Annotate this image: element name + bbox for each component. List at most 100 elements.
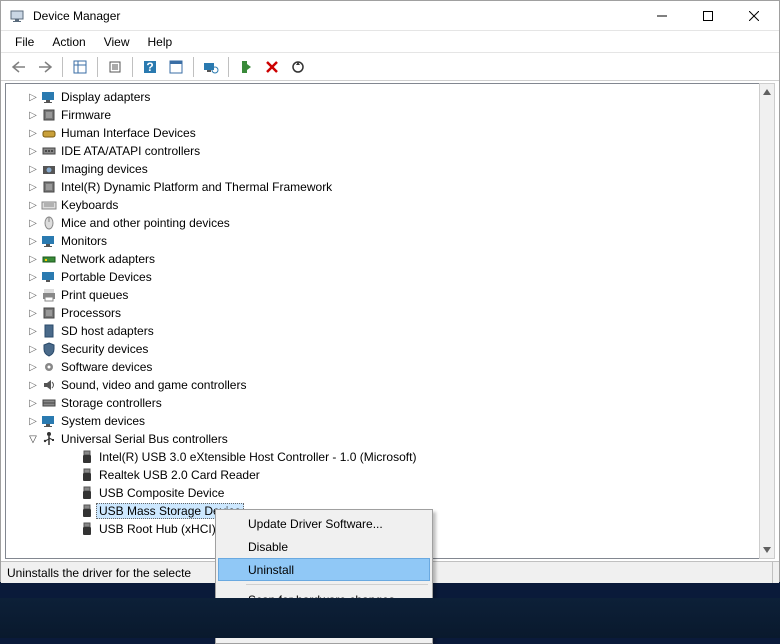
expand-icon[interactable]: ▷ <box>26 380 40 391</box>
menu-file[interactable]: File <box>7 33 42 51</box>
menu-help[interactable]: Help <box>140 33 181 51</box>
expand-icon[interactable]: ▷ <box>26 362 40 373</box>
device-icon <box>40 359 58 375</box>
device-icon <box>40 143 58 159</box>
expand-icon[interactable]: ▷ <box>26 110 40 121</box>
svg-text:?: ? <box>146 60 153 74</box>
menu-action[interactable]: Action <box>44 33 93 51</box>
minimize-button[interactable] <box>639 1 685 31</box>
close-button[interactable] <box>731 1 777 31</box>
expand-icon[interactable]: ▷ <box>26 164 40 175</box>
device-icon <box>40 251 58 267</box>
usb-device-icon <box>78 467 96 483</box>
tree-label: Realtek USB 2.0 Card Reader <box>96 467 263 483</box>
expand-icon[interactable]: ▷ <box>26 290 40 301</box>
expand-icon[interactable]: ▷ <box>26 182 40 193</box>
tree-label: IDE ATA/ATAPI controllers <box>58 143 203 159</box>
show-hide-tree-button[interactable] <box>68 55 92 79</box>
expand-icon[interactable]: ▷ <box>26 128 40 139</box>
window-title: Device Manager <box>33 9 639 23</box>
usb-icon <box>40 431 58 447</box>
tree-category[interactable]: ▷ Storage controllers <box>6 394 760 412</box>
uninstall-button[interactable] <box>260 55 284 79</box>
tree-label: Sound, video and game controllers <box>58 377 249 393</box>
expand-icon[interactable]: ▷ <box>26 272 40 283</box>
ctx-update-driver[interactable]: Update Driver Software... <box>218 512 430 535</box>
ctx-disable[interactable]: Disable <box>218 535 430 558</box>
tree-label: Processors <box>58 305 124 321</box>
tree-label: Universal Serial Bus controllers <box>58 431 231 447</box>
titlebar: Device Manager <box>1 1 779 31</box>
tree-item-usb-device[interactable]: USB Composite Device <box>6 484 760 502</box>
scroll-up-button[interactable] <box>760 84 774 100</box>
device-icon <box>40 215 58 231</box>
tree-category[interactable]: ▷SD host adapters <box>6 322 760 340</box>
action-button[interactable] <box>164 55 188 79</box>
tree-label: Software devices <box>58 359 155 375</box>
tree-category[interactable]: ▷System devices <box>6 412 760 430</box>
collapse-icon[interactable]: ▽ <box>26 434 40 445</box>
tree-category[interactable]: ▷Display adapters <box>6 88 760 106</box>
expand-icon[interactable]: ▷ <box>26 92 40 103</box>
expand-icon[interactable]: ▷ <box>26 236 40 247</box>
tree-category[interactable]: ▷Keyboards <box>6 196 760 214</box>
tree-item-usb-device[interactable]: Realtek USB 2.0 Card Reader <box>6 466 760 484</box>
content-area: ▷Display adapters▷Firmware▷Human Interfa… <box>1 81 779 561</box>
scan-hardware-button[interactable] <box>199 55 223 79</box>
tree-category[interactable]: ▷ Firmware <box>6 106 760 124</box>
tree-category-usb[interactable]: ▽ Universal Serial Bus controllers <box>6 430 760 448</box>
tree-category[interactable]: ▷ Software devices <box>6 358 760 376</box>
update-driver-button[interactable] <box>286 55 310 79</box>
device-icon <box>40 125 58 141</box>
enable-button[interactable] <box>234 55 258 79</box>
tree-category[interactable]: ▷Print queues <box>6 286 760 304</box>
tree-label: Human Interface Devices <box>58 125 199 141</box>
usb-device-icon <box>78 449 96 465</box>
device-icon <box>40 377 58 393</box>
device-icon <box>40 269 58 285</box>
menubar: File Action View Help <box>1 31 779 53</box>
device-icon <box>40 179 58 195</box>
tree-category[interactable]: ▷ Human Interface Devices <box>6 124 760 142</box>
taskbar[interactable] <box>0 598 780 638</box>
ctx-uninstall[interactable]: Uninstall <box>218 558 430 581</box>
expand-icon[interactable]: ▷ <box>26 308 40 319</box>
device-icon <box>40 233 58 249</box>
tree-category[interactable]: ▷ Security devices <box>6 340 760 358</box>
tree-category[interactable]: ▷Mice and other pointing devices <box>6 214 760 232</box>
tree-label: Security devices <box>58 341 151 357</box>
maximize-button[interactable] <box>685 1 731 31</box>
expand-icon[interactable]: ▷ <box>26 344 40 355</box>
expand-icon[interactable]: ▷ <box>26 398 40 409</box>
tree-category[interactable]: ▷ Sound, video and game controllers <box>6 376 760 394</box>
tree-category[interactable]: ▷ Imaging devices <box>6 160 760 178</box>
tree-category[interactable]: ▷Network adapters <box>6 250 760 268</box>
tree-label: Storage controllers <box>58 395 165 411</box>
properties-button[interactable] <box>103 55 127 79</box>
expand-icon[interactable]: ▷ <box>26 326 40 337</box>
vertical-scrollbar[interactable] <box>759 83 775 559</box>
forward-button[interactable] <box>33 55 57 79</box>
usb-device-icon <box>78 485 96 501</box>
tree-category[interactable]: ▷Portable Devices <box>6 268 760 286</box>
back-button[interactable] <box>7 55 31 79</box>
menu-view[interactable]: View <box>96 33 138 51</box>
tree-label: Imaging devices <box>58 161 151 177</box>
expand-icon[interactable]: ▷ <box>26 416 40 427</box>
expand-icon[interactable]: ▷ <box>26 254 40 265</box>
expand-icon[interactable]: ▷ <box>26 200 40 211</box>
expand-icon[interactable]: ▷ <box>26 218 40 229</box>
tree-category[interactable]: ▷Intel(R) Dynamic Platform and Thermal F… <box>6 178 760 196</box>
tree-label: Firmware <box>58 107 114 123</box>
expand-icon[interactable]: ▷ <box>26 146 40 157</box>
tree-category[interactable]: ▷ IDE ATA/ATAPI controllers <box>6 142 760 160</box>
device-icon <box>40 161 58 177</box>
tree-item-usb-device[interactable]: Intel(R) USB 3.0 eXtensible Host Control… <box>6 448 760 466</box>
device-icon <box>40 287 58 303</box>
help-button[interactable]: ? <box>138 55 162 79</box>
tree-category[interactable]: ▷ Processors <box>6 304 760 322</box>
device-tree[interactable]: ▷Display adapters▷Firmware▷Human Interfa… <box>5 83 761 559</box>
tree-category[interactable]: ▷Monitors <box>6 232 760 250</box>
usb-device-icon <box>78 521 96 537</box>
scroll-down-button[interactable] <box>760 542 774 558</box>
